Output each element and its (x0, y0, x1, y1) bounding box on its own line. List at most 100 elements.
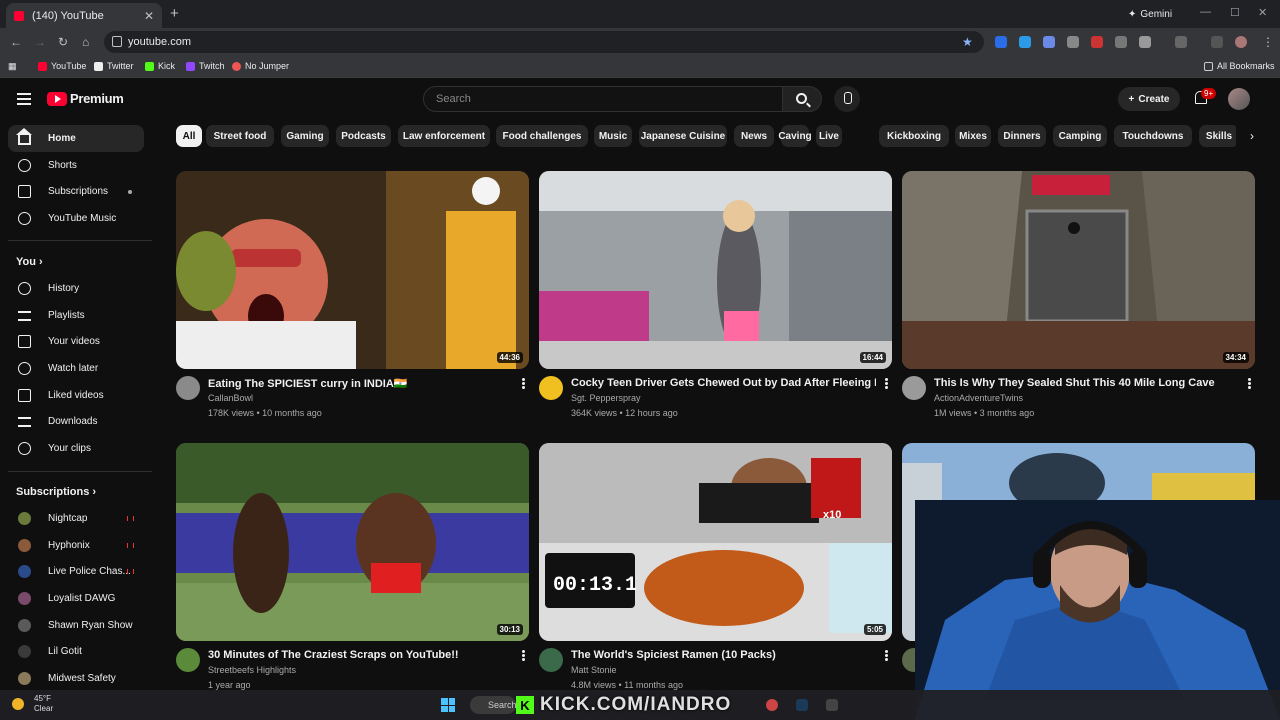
video-title[interactable]: The World's Spiciest Ramen (10 Packs) (571, 649, 876, 661)
sidebar-you-heading[interactable]: You › (16, 256, 43, 268)
sidebar-item-your-videos[interactable]: Your videos (8, 328, 144, 355)
chip-mixes[interactable]: Mixes (955, 125, 991, 147)
chip-all[interactable]: All (176, 125, 202, 147)
chip-podcasts[interactable]: Podcasts (336, 125, 391, 147)
profile-icon[interactable] (1235, 36, 1247, 48)
chip-music[interactable]: Music (594, 125, 632, 147)
channel-avatar[interactable] (539, 648, 563, 672)
sidebar-item-lil-gotit[interactable]: Lil Gotit (8, 638, 144, 665)
reload-icon[interactable]: ↻ (58, 35, 68, 49)
reading-list-icon[interactable] (1211, 36, 1223, 48)
site-info-icon[interactable] (112, 36, 122, 47)
extension-icon[interactable] (1067, 36, 1079, 48)
more-options-icon[interactable] (885, 378, 888, 389)
extensions-puzzle-icon[interactable] (1139, 36, 1151, 48)
more-options-icon[interactable] (885, 650, 888, 661)
video-card[interactable]: 34:34 This Is Why They Sealed Shut This 4… (902, 171, 1255, 421)
more-options-icon[interactable] (522, 650, 525, 661)
all-bookmarks[interactable]: All Bookmarks (1204, 61, 1275, 71)
chip-law-enforcement[interactable]: Law enforcement (398, 125, 490, 147)
new-tab-icon[interactable]: + (170, 5, 179, 22)
sidebar-item-playlists[interactable]: Playlists (8, 302, 144, 329)
browser-tab[interactable]: (140) YouTube ✕ (6, 3, 162, 28)
sidebar-item-your-clips[interactable]: Your clips (8, 435, 144, 462)
video-title[interactable]: This Is Why They Sealed Shut This 40 Mil… (934, 377, 1239, 389)
video-thumbnail[interactable]: 34:34 (902, 171, 1255, 369)
sidebar-item-watch-later[interactable]: Watch later (8, 355, 144, 382)
bookmark-no-jumper[interactable]: No Jumper (232, 61, 289, 71)
chip-camping[interactable]: Camping (1053, 125, 1107, 147)
weather-widget[interactable]: 45°F Clear (12, 694, 53, 714)
sidebar-item-shorts[interactable]: Shorts (8, 152, 144, 179)
minimize-icon[interactable]: — (1200, 6, 1211, 18)
sidebar-item-hyphonix[interactable]: Hyphonix (8, 532, 144, 559)
sidebar-item-nightcap[interactable]: Nightcap (8, 505, 144, 532)
windows-start-icon[interactable] (441, 698, 455, 712)
channel-avatar[interactable] (176, 376, 200, 400)
channel-avatar[interactable] (539, 376, 563, 400)
sidebar-item-subscriptions[interactable]: Subscriptions (8, 178, 144, 205)
video-card[interactable]: 00:13.1 x10 5:05 The World's Spiciest Ramen… (539, 443, 892, 693)
video-thumbnail[interactable]: 30:13 (176, 443, 529, 641)
forward-icon[interactable]: → (34, 35, 46, 49)
sidebar-subscriptions-heading[interactable]: Subscriptions › (16, 486, 96, 498)
video-thumbnail[interactable]: 00:13.1 x10 5:05 (539, 443, 892, 641)
sidebar-item-downloads[interactable]: Downloads (8, 408, 144, 435)
sidebar-item-live-police-chas[interactable]: Live Police Chas... (8, 558, 144, 585)
channel-name[interactable]: Streetbeefs Highlights (208, 665, 296, 675)
create-button[interactable]: + Create (1118, 87, 1180, 111)
apps-grid-icon[interactable]: ▦ (8, 61, 17, 72)
extension-icon[interactable] (1091, 36, 1103, 48)
chip-live[interactable]: Live (816, 125, 842, 147)
app-taskbar-icon[interactable] (826, 699, 838, 711)
video-card[interactable]: 16:44 Cocky Teen Driver Gets Chewed Out b… (539, 171, 892, 421)
channel-name[interactable]: Sgt. Pepperspray (571, 393, 641, 403)
extension-icon[interactable] (1043, 36, 1055, 48)
extension-icon[interactable] (995, 36, 1007, 48)
chip-news[interactable]: News (734, 125, 774, 147)
video-title[interactable]: Eating The SPICIEST curry in INDIA🇮🇳 (208, 377, 513, 390)
voice-search-icon[interactable] (834, 86, 860, 112)
sidebar-item-home[interactable]: Home (8, 125, 144, 152)
steam-taskbar-icon[interactable] (796, 699, 808, 711)
channel-avatar[interactable] (176, 648, 200, 672)
channel-name[interactable]: Matt Stonie (571, 665, 617, 675)
bookmark-kick[interactable]: Kick (145, 61, 175, 71)
sidebar-item-midwest-safety[interactable]: Midwest Safety (8, 665, 144, 692)
bookmark-twitch[interactable]: Twitch (186, 61, 225, 71)
sidebar-item-liked-videos[interactable]: Liked videos (8, 382, 144, 409)
hamburger-menu-icon[interactable] (17, 93, 31, 105)
video-thumbnail[interactable]: 44:36 (176, 171, 529, 369)
video-card[interactable]: 30:13 30 Minutes of The Craziest Scraps o… (176, 443, 529, 693)
search-button[interactable] (782, 86, 822, 112)
chip-gaming[interactable]: Gaming (281, 125, 329, 147)
search-input[interactable]: Search (423, 86, 783, 112)
extension-icon[interactable] (1019, 36, 1031, 48)
bookmark-star-icon[interactable]: ★ (962, 35, 973, 49)
bookmark-youtube[interactable]: YouTube (38, 61, 86, 71)
home-browser-icon[interactable]: ⌂ (82, 35, 89, 49)
maximize-icon[interactable]: ☐ (1230, 6, 1240, 19)
video-title[interactable]: Cocky Teen Driver Gets Chewed Out by Dad… (571, 377, 876, 389)
chip-food-challenges[interactable]: Food challenges (496, 125, 588, 147)
gemini-button[interactable]: ✦ Gemini (1120, 5, 1180, 23)
sidebar-item-youtube-music[interactable]: YouTube Music (8, 205, 144, 232)
bookmark-twitter[interactable]: Twitter (94, 61, 134, 71)
sidebar-item-loyalist-dawg[interactable]: Loyalist DAWG (8, 585, 144, 612)
chip-touchdowns[interactable]: Touchdowns (1114, 125, 1192, 147)
channel-name[interactable]: ActionAdventureTwins (934, 393, 1023, 403)
youtube-logo[interactable]: Premium (47, 91, 124, 106)
chevron-right-icon[interactable]: › (1242, 125, 1262, 147)
address-bar[interactable]: youtube.com (104, 31, 984, 53)
chip-skills[interactable]: Skills (1199, 125, 1236, 147)
channel-name[interactable]: CallanBowl (208, 393, 253, 403)
sidebar-item-history[interactable]: History (8, 275, 144, 302)
video-title[interactable]: 30 Minutes of The Craziest Scraps on You… (208, 649, 513, 661)
more-options-icon[interactable] (1248, 378, 1251, 389)
close-tab-icon[interactable]: ✕ (144, 9, 154, 23)
video-thumbnail[interactable]: 16:44 (539, 171, 892, 369)
chip-street-food[interactable]: Street food (206, 125, 274, 147)
channel-avatar[interactable] (902, 376, 926, 400)
extension-icon[interactable] (1115, 36, 1127, 48)
chip-caving[interactable]: Caving (778, 125, 812, 147)
